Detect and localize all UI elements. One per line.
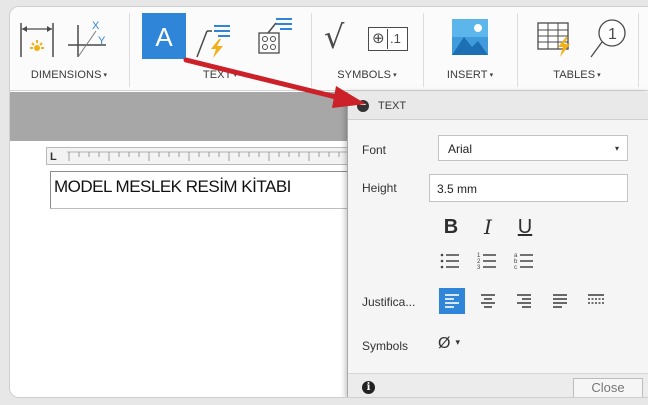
justify-center-button[interactable] (475, 288, 501, 314)
ribbon-separator (638, 13, 639, 87)
ribbon-group-tables: 1 TABLES ▾ (518, 7, 636, 91)
justify-distributed-button[interactable] (583, 288, 609, 314)
ribbon-group-label[interactable]: SYMBOLS ▾ (312, 69, 422, 81)
leader-text-icon[interactable] (194, 21, 234, 61)
bullet-list-icon[interactable] (439, 250, 461, 272)
balloon-number-icon[interactable]: 1 (588, 17, 628, 61)
text-editor[interactable]: L MODEL MESLEK RESİM KİTABI (46, 147, 353, 213)
dialog-footer: i Close (348, 373, 648, 397)
dimension-icon[interactable] (18, 21, 56, 59)
svg-text:Y: Y (98, 35, 106, 47)
dialog-title-bar[interactable]: − TEXT (348, 92, 648, 120)
info-icon[interactable]: i (362, 381, 375, 394)
xy-dimension-icon[interactable]: X Y (66, 17, 110, 59)
svg-text:X: X (92, 20, 100, 32)
tab-stop-marker[interactable]: L (50, 151, 57, 163)
symbols-dropdown[interactable]: Ø ▾ (438, 335, 460, 353)
align-right-icon (517, 294, 531, 308)
italic-button[interactable]: I (476, 215, 500, 239)
font-select[interactable]: Arial ▾ (438, 135, 628, 161)
align-distributed-icon (588, 294, 604, 304)
text-content: MODEL MESLEK RESİM KİTABI (54, 177, 291, 196)
feature-control-frame-icon[interactable]: ⊕ .1 (368, 27, 408, 51)
fcf-divider (387, 29, 388, 49)
justify-left-button[interactable] (439, 288, 465, 314)
numbered-list-icon[interactable]: 123 (476, 250, 498, 272)
align-justify-icon (553, 294, 567, 308)
align-center-icon (481, 294, 495, 308)
bold-button[interactable]: B (439, 215, 463, 239)
ruler-ticks (67, 151, 353, 161)
text-input-box[interactable]: MODEL MESLEK RESİM KİTABI (50, 171, 352, 209)
ribbon-group-symbols: √ ⊕ .1 SYMBOLS ▾ (312, 7, 422, 91)
font-value: Arial (448, 142, 473, 156)
ribbon-group-label[interactable]: DIMENSIONS ▾ (10, 69, 128, 81)
ribbon-group-label[interactable]: INSERT ▾ (424, 69, 516, 81)
balloon-icon[interactable] (254, 15, 298, 59)
ribbon-group-text: A TEXT ▾ (130, 7, 310, 91)
toolbar-ribbon: X Y DIMENSIONS ▾ A TEXT ▾ √ ⊕ .1 SYMBOLS… (10, 7, 648, 91)
text-icon[interactable]: A (142, 13, 186, 59)
font-label: Font (362, 143, 387, 157)
collapse-icon[interactable]: − (357, 100, 369, 112)
dialog-title: TEXT (378, 100, 407, 112)
diameter-icon: Ø (438, 335, 451, 352)
insert-image-icon[interactable] (452, 19, 488, 55)
svg-text:3: 3 (477, 265, 481, 271)
text-ruler[interactable]: L (46, 147, 353, 165)
height-value: 3.5 mm (437, 182, 478, 196)
ribbon-group-label[interactable]: TEXT ▾ (130, 69, 310, 81)
chevron-down-icon: ▾ (614, 144, 619, 153)
ribbon-group-dimensions: X Y DIMENSIONS ▾ (10, 7, 128, 91)
justify-right-button[interactable] (511, 288, 537, 314)
ribbon-group-insert: INSERT ▾ (424, 7, 516, 91)
canvas-header-band (10, 92, 350, 141)
justification-label: Justifica... (362, 295, 416, 309)
close-button[interactable]: Close (573, 378, 643, 397)
lettered-list-icon[interactable]: abc (513, 250, 535, 272)
app-window: X Y DIMENSIONS ▾ A TEXT ▾ √ ⊕ .1 SYMBOLS… (9, 6, 648, 398)
justify-full-button[interactable] (547, 288, 573, 314)
text-dialog: − TEXT Font Arial ▾ Height 3.5 mm B I U … (347, 92, 648, 397)
symbols-label: Symbols (362, 339, 409, 353)
svg-text:c: c (514, 265, 517, 271)
underline-button[interactable]: U (513, 215, 537, 239)
height-input[interactable]: 3.5 mm (429, 174, 628, 202)
ribbon-group-label[interactable]: TABLES ▾ (518, 69, 636, 81)
height-label: Height (362, 181, 397, 195)
align-left-icon (445, 294, 459, 308)
chevron-down-icon: ▾ (455, 337, 460, 347)
table-icon[interactable] (536, 21, 576, 59)
balloon-number: 1 (608, 26, 617, 43)
surface-texture-icon[interactable]: √ (324, 19, 352, 55)
